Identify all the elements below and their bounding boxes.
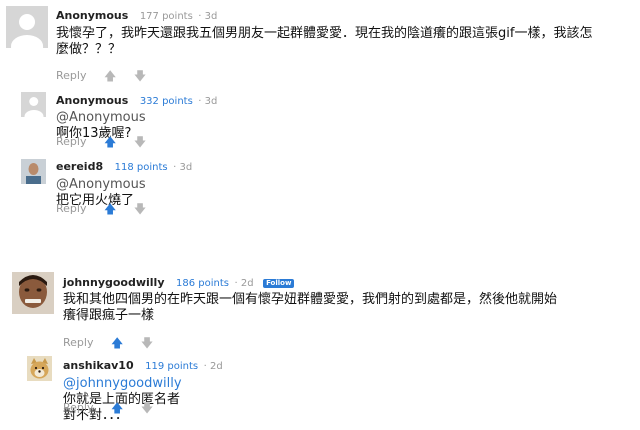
avatar[interactable] [12, 272, 54, 314]
username[interactable]: Anonymous [56, 9, 128, 22]
reply-link[interactable]: Reply [56, 202, 86, 215]
timestamp: · 2d [203, 361, 223, 372]
up-arrow-icon[interactable]: 🡅 [104, 67, 116, 88]
avatar[interactable] [27, 356, 52, 381]
points: 118 points [114, 162, 168, 173]
timestamp: · 3d [173, 162, 193, 173]
comment-text: 我和其他四個男的在昨天跟一個有懷孕妞群體愛愛，我們射的到處都是，然後他就開始 癢… [63, 292, 558, 323]
mention-link[interactable]: @Anonymous [56, 110, 146, 125]
reply-link[interactable]: Reply [56, 69, 86, 82]
up-arrow-icon[interactable]: 🡅 [111, 334, 123, 355]
points: 119 points [145, 361, 199, 372]
follow-button[interactable]: Follow [263, 278, 295, 288]
points: 332 points [139, 96, 193, 107]
reply-link[interactable]: Reply [63, 401, 93, 414]
down-arrow-icon[interactable]: 🡇 [134, 133, 146, 154]
down-arrow-icon[interactable]: 🡇 [141, 399, 153, 420]
comment-actions: Reply 🡅 🡇 [56, 133, 160, 154]
up-arrow-icon[interactable]: 🡅 [104, 133, 116, 154]
comment-actions: Reply 🡅 🡇 [63, 399, 167, 420]
up-arrow-icon[interactable]: 🡅 [111, 399, 123, 420]
down-arrow-icon[interactable]: 🡇 [134, 67, 146, 88]
mention-link[interactable]: @johnnygoodwilly [63, 376, 182, 391]
comment-actions: Reply 🡅 🡇 [56, 200, 160, 221]
username[interactable]: anshikav10 [63, 359, 134, 372]
reply-link[interactable]: Reply [56, 135, 86, 148]
username[interactable]: eereid8 [56, 160, 103, 173]
up-arrow-icon[interactable]: 🡅 [104, 200, 116, 221]
timestamp: · 3d [198, 96, 218, 107]
username[interactable]: johnnygoodwilly [63, 276, 165, 289]
comment-actions: Reply 🡅 🡇 [56, 67, 160, 88]
avatar[interactable] [21, 159, 46, 184]
username[interactable]: Anonymous [56, 94, 128, 107]
comment-actions: Reply 🡅 🡇 [63, 334, 167, 355]
points: 177 points [139, 11, 193, 22]
timestamp: · 2d [234, 278, 254, 289]
points: 186 points [176, 278, 229, 289]
avatar[interactable] [21, 92, 46, 117]
mention-link[interactable]: @Anonymous [56, 177, 146, 192]
reply-link[interactable]: Reply [63, 336, 93, 349]
timestamp: · 3d [198, 11, 218, 22]
comment-text: 我懷孕了，我昨天還跟我五個男朋友一起群體愛愛．現在我的陰道癢的跟這張gif一樣，… [56, 26, 593, 57]
down-arrow-icon[interactable]: 🡇 [141, 334, 153, 355]
avatar[interactable] [6, 6, 48, 48]
down-arrow-icon[interactable]: 🡇 [134, 200, 146, 221]
